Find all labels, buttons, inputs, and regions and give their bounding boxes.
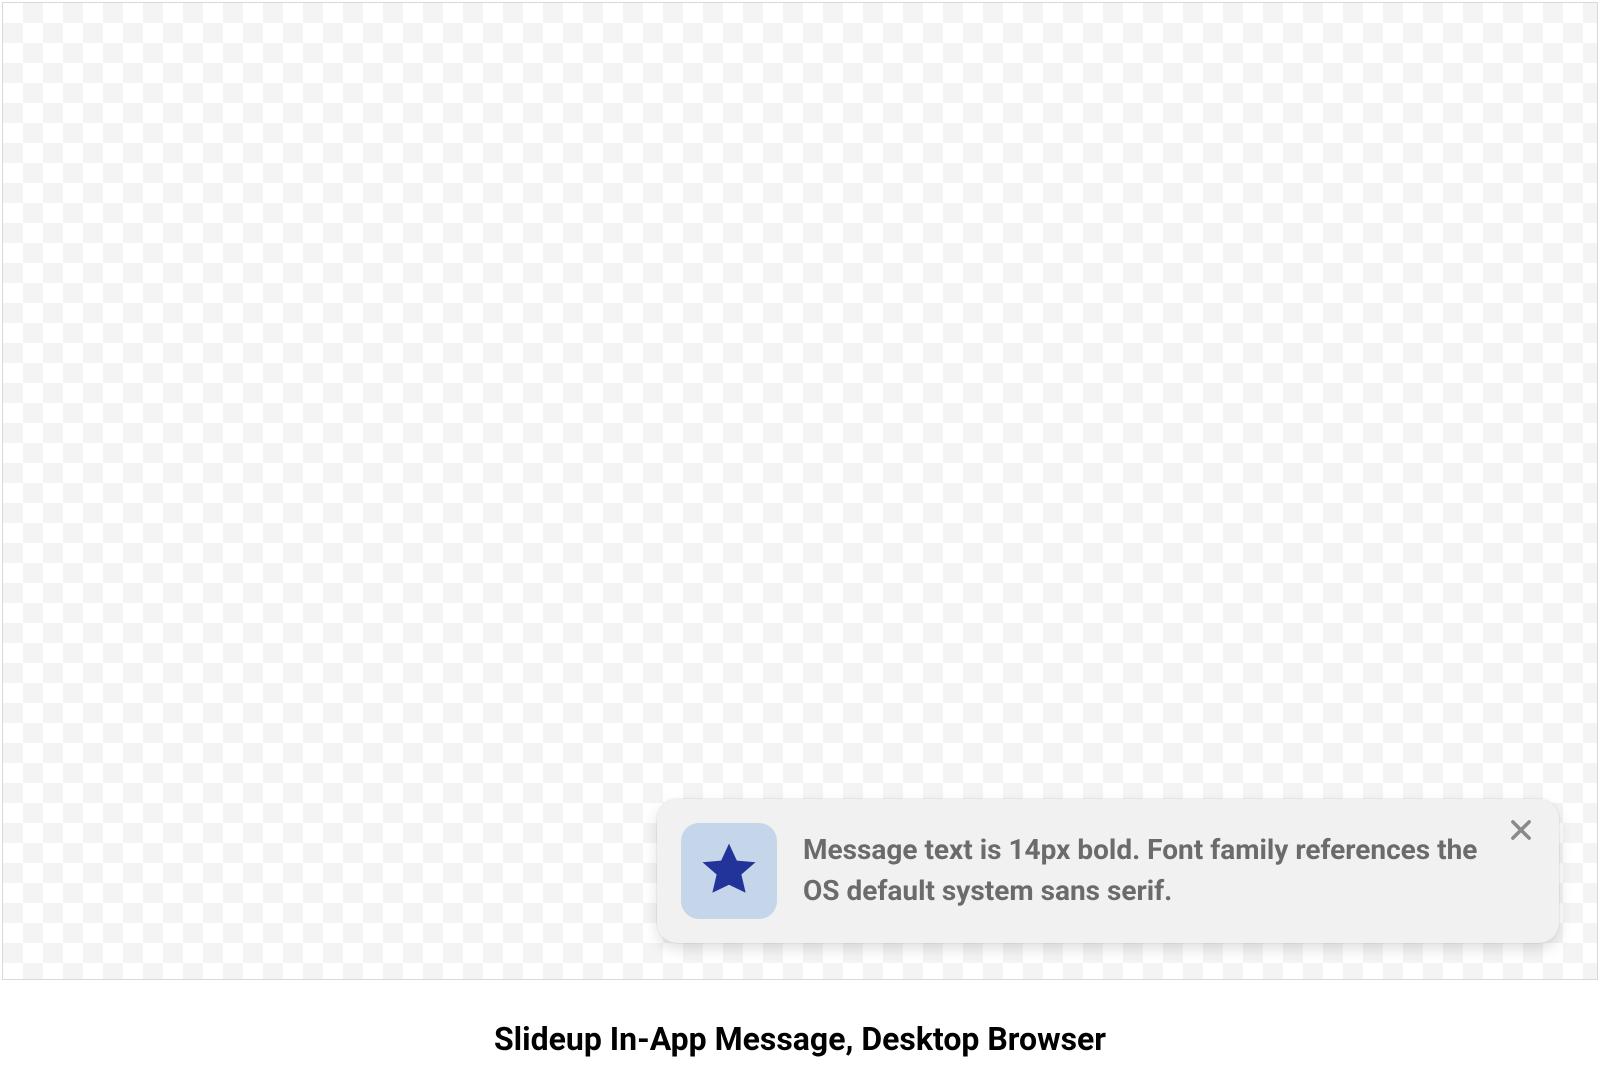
figure-caption: Slideup In-App Message, Desktop Browser: [0, 1020, 1600, 1058]
transparent-canvas: Message text is 14px bold. Font family r…: [2, 2, 1598, 980]
close-icon: [1507, 816, 1535, 847]
star-icon: [697, 837, 761, 905]
slideup-message[interactable]: Message text is 14px bold. Font family r…: [657, 799, 1559, 943]
message-icon-container: [681, 823, 777, 919]
close-button[interactable]: [1503, 813, 1539, 849]
message-text: Message text is 14px bold. Font family r…: [803, 830, 1483, 911]
